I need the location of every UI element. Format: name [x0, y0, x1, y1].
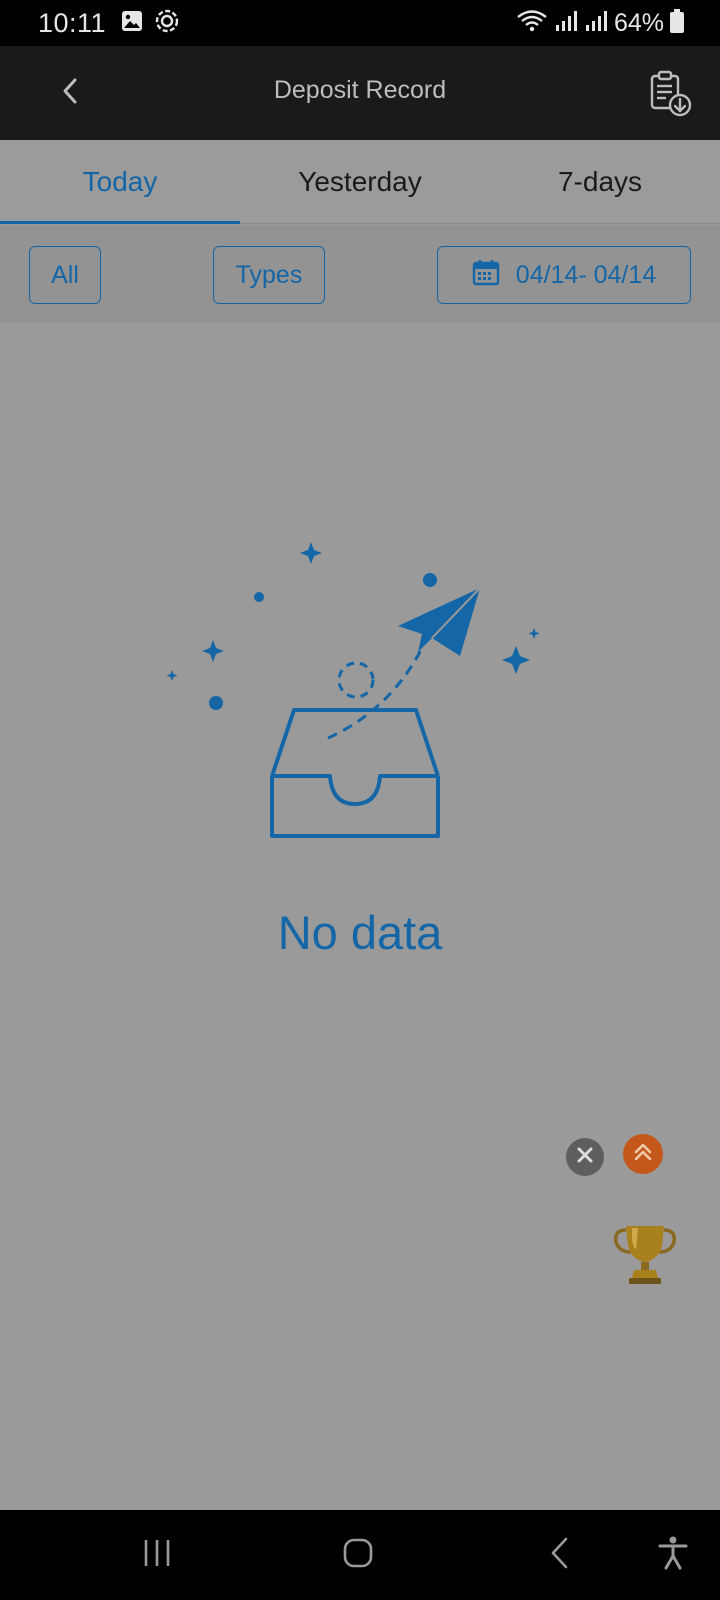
- clipboard-download-icon: [646, 70, 694, 122]
- accessibility-button[interactable]: [648, 1532, 698, 1578]
- signal-icon: [554, 9, 578, 38]
- brightness-icon: [154, 8, 180, 39]
- all-filter-button[interactable]: All: [29, 246, 101, 304]
- trophy-promo-button[interactable]: [612, 1220, 678, 1286]
- recent-apps-icon: [141, 1538, 173, 1573]
- trophy-icon: [612, 1226, 678, 1290]
- sparkle-icon: [166, 542, 540, 681]
- back-icon: [548, 1537, 570, 1574]
- paper-plane-icon: [398, 587, 481, 656]
- home-button[interactable]: [333, 1532, 383, 1578]
- close-floating-button[interactable]: [566, 1138, 604, 1176]
- date-range-text: 04/14- 04/14: [515, 260, 657, 289]
- date-tabs: Today Yesterday 7-days: [0, 140, 720, 224]
- tab-yesterday[interactable]: Yesterday: [240, 140, 480, 223]
- types-filter-button[interactable]: Types: [213, 246, 325, 304]
- double-chevron-up-icon: [632, 1141, 654, 1168]
- battery-icon: [670, 8, 684, 38]
- inbox-tray-icon: [270, 708, 440, 838]
- deposit-record-screen: 10:11 64% Deposit Record Today Yesterday…: [0, 0, 720, 1600]
- home-icon: [342, 1537, 374, 1574]
- battery-percentage: 64%: [613, 8, 664, 37]
- page-title: Deposit Record: [273, 76, 447, 104]
- system-nav-bar: [0, 1510, 720, 1600]
- status-time: 10:11: [38, 7, 107, 38]
- recent-apps-button[interactable]: [132, 1532, 182, 1578]
- wifi-icon: [516, 9, 548, 38]
- close-icon: [576, 1146, 594, 1169]
- download-record-button[interactable]: [646, 70, 694, 118]
- system-back-button[interactable]: [534, 1532, 584, 1578]
- tab-today[interactable]: Today: [0, 140, 240, 224]
- scroll-to-top-button[interactable]: [623, 1134, 663, 1174]
- image-icon: [120, 9, 144, 38]
- no-data-message: No data: [277, 906, 443, 959]
- dot-icon: [209, 573, 437, 710]
- signal-icon: [584, 9, 608, 38]
- calendar-icon: [472, 258, 500, 293]
- accessibility-icon: [658, 1536, 688, 1575]
- status-bar: 10:11 64%: [0, 0, 720, 46]
- date-range-button[interactable]: 04/14- 04/14: [437, 246, 691, 304]
- filter-bar: All Types 04/14- 04/14: [0, 225, 720, 323]
- empty-state-illustration: [160, 540, 560, 860]
- tab-7-days[interactable]: 7-days: [480, 140, 720, 223]
- app-header: Deposit Record: [0, 46, 720, 140]
